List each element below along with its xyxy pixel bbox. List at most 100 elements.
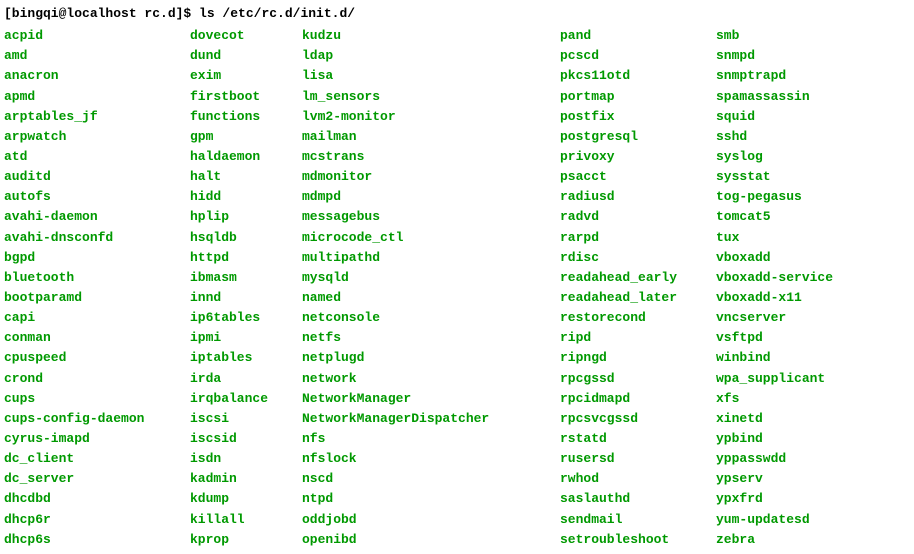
file-entry: capi [4,308,190,328]
file-entry: winbind [716,348,833,368]
file-entry: tux [716,228,833,248]
file-entry: irqbalance [190,389,302,409]
file-entry: conman [4,328,190,348]
file-entry: yppasswdd [716,449,833,469]
file-entry: cups [4,389,190,409]
file-entry: NetworkManager [302,389,560,409]
file-entry: killall [190,510,302,530]
file-entry: sysstat [716,167,833,187]
file-entry: sendmail [560,510,716,530]
file-entry: innd [190,288,302,308]
file-entry: rusersd [560,449,716,469]
file-entry: smb [716,26,833,46]
file-entry: dhcdbd [4,489,190,509]
file-entry: rpcsvcgssd [560,409,716,429]
file-entry: apmd [4,87,190,107]
file-entry: ldap [302,46,560,66]
file-entry: postfix [560,107,716,127]
file-entry: cyrus-imapd [4,429,190,449]
file-entry: dund [190,46,302,66]
file-entry: iscsi [190,409,302,429]
file-entry: dc_server [4,469,190,489]
file-entry: radvd [560,207,716,227]
file-entry: zebra [716,530,833,550]
file-entry: ntpd [302,489,560,509]
file-entry: avahi-daemon [4,207,190,227]
file-entry: halt [190,167,302,187]
file-entry: nscd [302,469,560,489]
file-entry: yum-updatesd [716,510,833,530]
column-5: smbsnmpdsnmptrapdspamassassinsquidsshdsy… [716,26,833,550]
file-entry: haldaemon [190,147,302,167]
file-entry: spamassassin [716,87,833,107]
file-entry: psacct [560,167,716,187]
file-entry: kdump [190,489,302,509]
file-entry: hsqldb [190,228,302,248]
file-entry: multipathd [302,248,560,268]
file-entry: microcode_ctl [302,228,560,248]
file-entry: ibmasm [190,268,302,288]
file-entry: rarpd [560,228,716,248]
file-entry: functions [190,107,302,127]
file-entry: snmpd [716,46,833,66]
shell-prompt: [bingqi@localhost rc.d]$ ls /etc/rc.d/in… [4,4,910,24]
file-entry: exim [190,66,302,86]
file-entry: NetworkManagerDispatcher [302,409,560,429]
file-entry: vboxadd-service [716,268,833,288]
file-entry: anacron [4,66,190,86]
file-entry: rdisc [560,248,716,268]
file-entry: rpcidmapd [560,389,716,409]
file-entry: bgpd [4,248,190,268]
file-entry: ypbind [716,429,833,449]
file-entry: iptables [190,348,302,368]
file-entry: iscsid [190,429,302,449]
file-entry: privoxy [560,147,716,167]
file-entry: cpuspeed [4,348,190,368]
file-entry: squid [716,107,833,127]
file-entry: network [302,369,560,389]
file-entry: ypxfrd [716,489,833,509]
file-entry: xinetd [716,409,833,429]
file-entry: lisa [302,66,560,86]
file-entry: wpa_supplicant [716,369,833,389]
column-2: dovecotdundeximfirstbootfunctionsgpmhald… [190,26,302,550]
file-entry: firstboot [190,87,302,107]
file-entry: tomcat5 [716,207,833,227]
file-entry: snmptrapd [716,66,833,86]
file-entry: pkcs11otd [560,66,716,86]
file-entry: crond [4,369,190,389]
file-entry: postgresql [560,127,716,147]
file-entry: ipmi [190,328,302,348]
file-entry: radiusd [560,187,716,207]
file-entry: readahead_later [560,288,716,308]
file-entry: dhcp6r [4,510,190,530]
file-entry: avahi-dnsconfd [4,228,190,248]
file-entry: nfs [302,429,560,449]
file-entry: atd [4,147,190,167]
file-entry: netplugd [302,348,560,368]
file-entry: dhcp6s [4,530,190,550]
file-entry: auditd [4,167,190,187]
file-entry: vboxadd [716,248,833,268]
file-entry: amd [4,46,190,66]
file-entry: netfs [302,328,560,348]
file-entry: arpwatch [4,127,190,147]
file-entry: mailman [302,127,560,147]
file-entry: vsftpd [716,328,833,348]
file-entry: rstatd [560,429,716,449]
file-entry: restorecond [560,308,716,328]
file-entry: tog-pegasus [716,187,833,207]
file-entry: mdmonitor [302,167,560,187]
file-entry: vboxadd-x11 [716,288,833,308]
file-entry: vncserver [716,308,833,328]
column-4: pandpcscdpkcs11otdportmappostfixpostgres… [560,26,716,550]
file-entry: openibd [302,530,560,550]
file-entry: rwhod [560,469,716,489]
file-entry: dc_client [4,449,190,469]
file-entry: kudzu [302,26,560,46]
file-entry: autofs [4,187,190,207]
file-entry: readahead_early [560,268,716,288]
file-entry: netconsole [302,308,560,328]
file-entry: httpd [190,248,302,268]
file-entry: saslauthd [560,489,716,509]
